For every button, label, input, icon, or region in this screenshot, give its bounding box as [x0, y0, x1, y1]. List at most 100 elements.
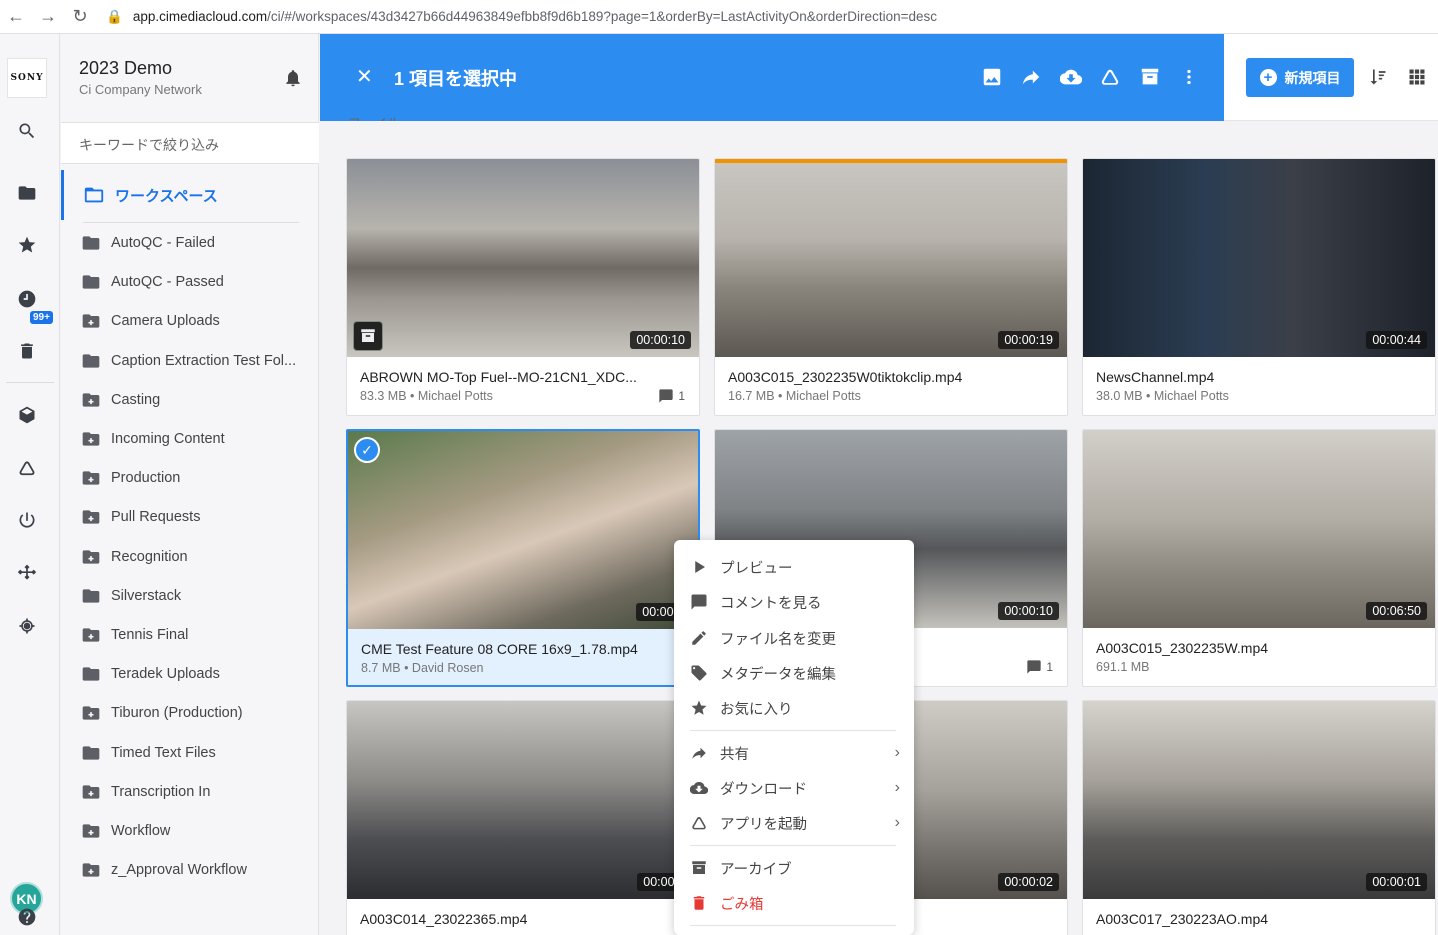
duration-badge: 00:00:10	[630, 331, 691, 349]
address-bar[interactable]: 🔒 app.cimediacloud.com/ci/#/workspaces/4…	[106, 9, 937, 25]
folder-icon	[82, 667, 100, 681]
file-meta: 83.3 MB • Michael Potts	[360, 389, 493, 403]
sidebar-folder-item[interactable]: Pull Requests	[81, 505, 200, 529]
file-title[interactable]: A003C015_2302235W0tiktokclip.mp4	[728, 369, 962, 385]
sidebar-folder-item[interactable]: AutoQC - Passed	[81, 270, 224, 294]
url-path: /ci/#/workspaces/43d3427b66d44963849efbb…	[267, 9, 937, 24]
header-actions: + 新規項目	[1224, 34, 1438, 121]
sidebar-folder-item[interactable]: Recognition	[81, 545, 188, 569]
folder-label: Casting	[111, 391, 161, 408]
grid-view-icon[interactable]	[1407, 67, 1427, 92]
file-title[interactable]: A003C014_23022365.mp4	[360, 911, 527, 927]
file-card[interactable]: 00:00:01 A003C017_230223AO.mp4	[1082, 700, 1436, 935]
sidebar-folder-item[interactable]: Incoming Content	[81, 427, 225, 451]
new-item-button[interactable]: + 新規項目	[1246, 58, 1354, 97]
video-thumbnail[interactable]	[1083, 701, 1435, 899]
menu-item[interactable]: プレビュー	[690, 555, 900, 579]
menu-item[interactable]: コメントを見る	[690, 590, 900, 614]
sidebar-folder-item[interactable]: Production	[81, 466, 180, 490]
archive-icon[interactable]	[1139, 66, 1161, 88]
video-thumbnail[interactable]	[1083, 430, 1435, 628]
file-card[interactable]: 00:00:44 NewsChannel.mp4 38.0 MB • Michael…	[1082, 158, 1436, 416]
folder-plus-icon	[82, 628, 100, 642]
sidebar-folder-item[interactable]: Casting	[81, 388, 160, 412]
file-title[interactable]: ABROWN MO-Top Fuel--MO-21CN1_XDC...	[360, 369, 637, 385]
video-thumbnail[interactable]	[1083, 159, 1435, 357]
share-icon[interactable]	[1020, 66, 1042, 88]
reload-icon[interactable]: ↻	[64, 1, 96, 33]
file-title[interactable]: CME Test Feature 08 CORE 16x9_1.78.mp4	[361, 641, 638, 657]
file-card[interactable]: 00:00:4 A003C014_23022365.mp4	[346, 700, 700, 935]
more-vertical-icon[interactable]	[1178, 66, 1200, 88]
folder-label: z_Approval Workflow	[111, 862, 247, 879]
target-icon[interactable]	[14, 613, 40, 639]
workspace-name[interactable]: 2023 Demo	[79, 58, 172, 79]
star-icon[interactable]	[14, 232, 40, 258]
sidebar-folder-item[interactable]: Tennis Final	[81, 623, 188, 647]
folder-plus-icon	[82, 706, 100, 721]
archive-icon	[361, 329, 375, 342]
sidebar-folder-item[interactable]: z_Approval Workflow	[81, 858, 247, 882]
sidebar-folder-item[interactable]: Tiburon (Production)	[81, 701, 243, 725]
sidebar-folder-item[interactable]: Camera Uploads	[81, 309, 220, 333]
bell-icon[interactable]	[283, 68, 303, 93]
file-card[interactable]: 00:00:10 ABROWN MO-Top Fuel--MO-21CN1_XDC…	[346, 158, 700, 416]
menu-item[interactable]: 共有 ›	[690, 741, 900, 765]
workspace-sidebar: 2023 Demo Ci Company Network キーワードで絞り込み …	[61, 34, 319, 935]
file-card[interactable]: ✓ 00:00:0 CME Test Feature 08 CORE 16x9_1.…	[346, 429, 700, 687]
search-icon[interactable]	[14, 118, 40, 144]
duration-badge: 00:00:02	[998, 873, 1059, 891]
menu-item-label: 共有	[720, 746, 749, 763]
archive-icon	[353, 321, 383, 351]
file-meta: 8.7 MB • David Rosen	[361, 661, 484, 675]
video-thumbnail[interactable]	[348, 431, 698, 629]
cube-icon[interactable]	[14, 402, 40, 428]
file-title[interactable]: A003C015_2302235W.mp4	[1096, 640, 1268, 656]
trash-icon[interactable]	[14, 338, 40, 364]
file-title[interactable]: NewsChannel.mp4	[1096, 369, 1214, 385]
comment-count[interactable]: 1	[1026, 659, 1053, 675]
menu-item[interactable]: ファイル名を変更	[690, 626, 900, 650]
app-launch-icon[interactable]	[1099, 66, 1121, 88]
sidebar-folder-item[interactable]: Timed Text Files	[81, 741, 216, 765]
sidebar-folder-item[interactable]: Workflow	[81, 819, 170, 843]
sidebar-folder-item[interactable]: Transcription In	[81, 780, 210, 804]
help-icon[interactable]	[14, 904, 40, 930]
power-icon[interactable]	[14, 507, 40, 533]
video-thumbnail[interactable]	[715, 159, 1067, 357]
file-card[interactable]: 00:06:50 A003C015_2302235W.mp4 691.1 MB	[1082, 429, 1436, 687]
selection-count-title: 1 項目を選択中	[394, 69, 518, 89]
clock-icon[interactable]	[14, 286, 40, 312]
menu-item[interactable]: ダウンロード ›	[690, 776, 900, 800]
sidebar-folder-item[interactable]: Teradek Uploads	[81, 662, 220, 686]
sidebar-folder-item[interactable]: Caption Extraction Test Fol...	[81, 349, 296, 373]
sort-icon[interactable]	[1368, 67, 1388, 92]
sidebar-folder-item[interactable]: Silverstack	[81, 584, 181, 608]
menu-item-label: プレビュー	[720, 560, 793, 577]
back-arrow-icon[interactable]: ←	[0, 1, 32, 33]
video-thumbnail[interactable]	[347, 701, 699, 899]
file-card[interactable]: 00:00:19 A003C015_2302235W0tiktokclip.mp4…	[714, 158, 1068, 416]
menu-item[interactable]: ごみ箱	[690, 891, 900, 915]
menu-item[interactable]: アーカイブ	[690, 856, 900, 880]
workflow-icon[interactable]	[14, 560, 40, 586]
trash-icon	[693, 896, 705, 910]
folder-icon[interactable]	[14, 180, 40, 206]
close-selection-icon[interactable]: ✕	[356, 64, 373, 89]
sidebar-folder-item[interactable]: AutoQC - Failed	[81, 231, 215, 255]
menu-item[interactable]: メタデータを編集	[690, 661, 900, 685]
sidebar-item-workspace[interactable]: ワークスペース	[61, 170, 319, 220]
video-thumbnail[interactable]	[347, 159, 699, 357]
image-icon[interactable]	[981, 66, 1003, 88]
keyword-filter-input[interactable]: キーワードで絞り込み	[61, 122, 319, 164]
comment-count[interactable]: 1	[658, 388, 685, 404]
new-item-label: 新規項目	[1284, 69, 1341, 86]
sony-logo[interactable]: SONY	[7, 58, 47, 98]
file-title[interactable]: A003C017_230223AO.mp4	[1096, 911, 1268, 927]
cloud-download-icon[interactable]	[1059, 66, 1083, 88]
forward-arrow-icon[interactable]: →	[32, 1, 64, 33]
menu-item[interactable]: お気に入り	[690, 696, 900, 720]
checkmark-icon[interactable]: ✓	[354, 437, 380, 463]
menu-item[interactable]: アプリを起動 ›	[690, 811, 900, 835]
apps-triangle-icon[interactable]	[14, 455, 40, 481]
